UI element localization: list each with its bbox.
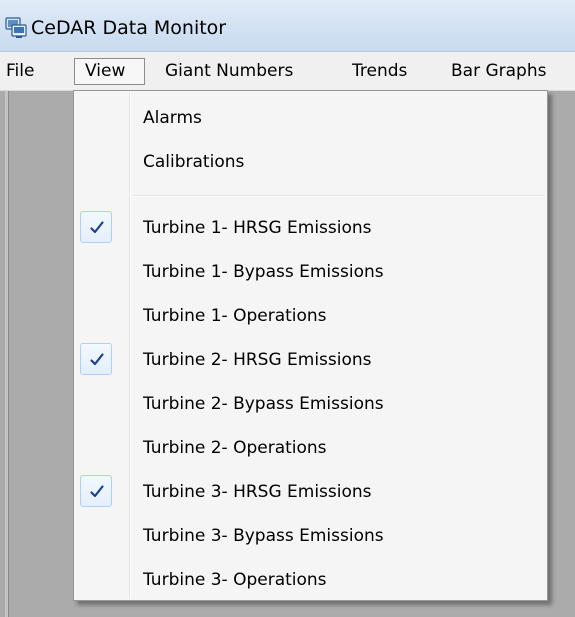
menu-item-calibrations[interactable]: Calibrations — [74, 140, 547, 184]
menu-item-turbine1-hrsg[interactable]: Turbine 1- HRSG Emissions — [74, 206, 547, 250]
check-mark-icon — [80, 475, 112, 507]
menu-item-label: Turbine 1- Operations — [143, 306, 327, 326]
menu-item-turbine2-operations[interactable]: Turbine 2- Operations — [74, 426, 547, 470]
menu-bar: File View Giant Numbers Trends Bar Graph… — [0, 52, 575, 91]
menu-item-turbine3-operations[interactable]: Turbine 3- Operations — [74, 558, 547, 602]
menu-bar-graphs-label: Bar Graphs — [451, 61, 547, 81]
view-dropdown-menu: Alarms Calibrations Turbine 1- HRSG Emis… — [73, 90, 548, 601]
menu-giant-numbers[interactable]: Giant Numbers — [165, 58, 335, 85]
menu-item-turbine2-bypass[interactable]: Turbine 2- Bypass Emissions — [74, 382, 547, 426]
menu-item-label: Turbine 1- HRSG Emissions — [143, 218, 372, 238]
menu-view-label: View — [85, 61, 126, 81]
menu-file-label: File — [6, 61, 35, 81]
title-bar: CeDAR Data Monitor — [0, 0, 575, 52]
window-title: CeDAR Data Monitor — [31, 17, 227, 39]
menu-item-turbine3-bypass[interactable]: Turbine 3- Bypass Emissions — [74, 514, 547, 558]
menu-item-label: Turbine 1- Bypass Emissions — [143, 262, 384, 282]
menu-item-turbine2-hrsg[interactable]: Turbine 2- HRSG Emissions — [74, 338, 547, 382]
client-bezel — [5, 91, 9, 617]
menu-item-label: Calibrations — [143, 152, 245, 172]
menu-trends[interactable]: Trends — [352, 58, 434, 85]
menu-item-alarms[interactable]: Alarms — [74, 96, 547, 140]
menu-item-turbine1-operations[interactable]: Turbine 1- Operations — [74, 294, 547, 338]
menu-item-label: Turbine 2- HRSG Emissions — [143, 350, 372, 370]
menu-item-label: Alarms — [143, 108, 202, 128]
menu-trends-label: Trends — [352, 61, 408, 81]
menu-bar-graphs[interactable]: Bar Graphs — [451, 58, 575, 85]
menu-item-label: Turbine 2- Operations — [143, 438, 327, 458]
menu-giant-numbers-label: Giant Numbers — [165, 61, 294, 81]
menu-item-turbine1-bypass[interactable]: Turbine 1- Bypass Emissions — [74, 250, 547, 294]
menu-item-label: Turbine 3- Operations — [143, 570, 327, 590]
app-monitor-icon[interactable] — [5, 17, 27, 39]
menu-view[interactable]: View — [74, 58, 145, 85]
check-mark-icon — [80, 343, 112, 375]
check-mark-icon — [80, 211, 112, 243]
menu-separator — [133, 195, 545, 197]
menu-item-label: Turbine 2- Bypass Emissions — [143, 394, 384, 414]
menu-item-turbine3-hrsg[interactable]: Turbine 3- HRSG Emissions — [74, 470, 547, 514]
menu-item-label: Turbine 3- HRSG Emissions — [143, 482, 372, 502]
menu-item-label: Turbine 3- Bypass Emissions — [143, 526, 384, 546]
menu-file[interactable]: File — [6, 58, 46, 85]
